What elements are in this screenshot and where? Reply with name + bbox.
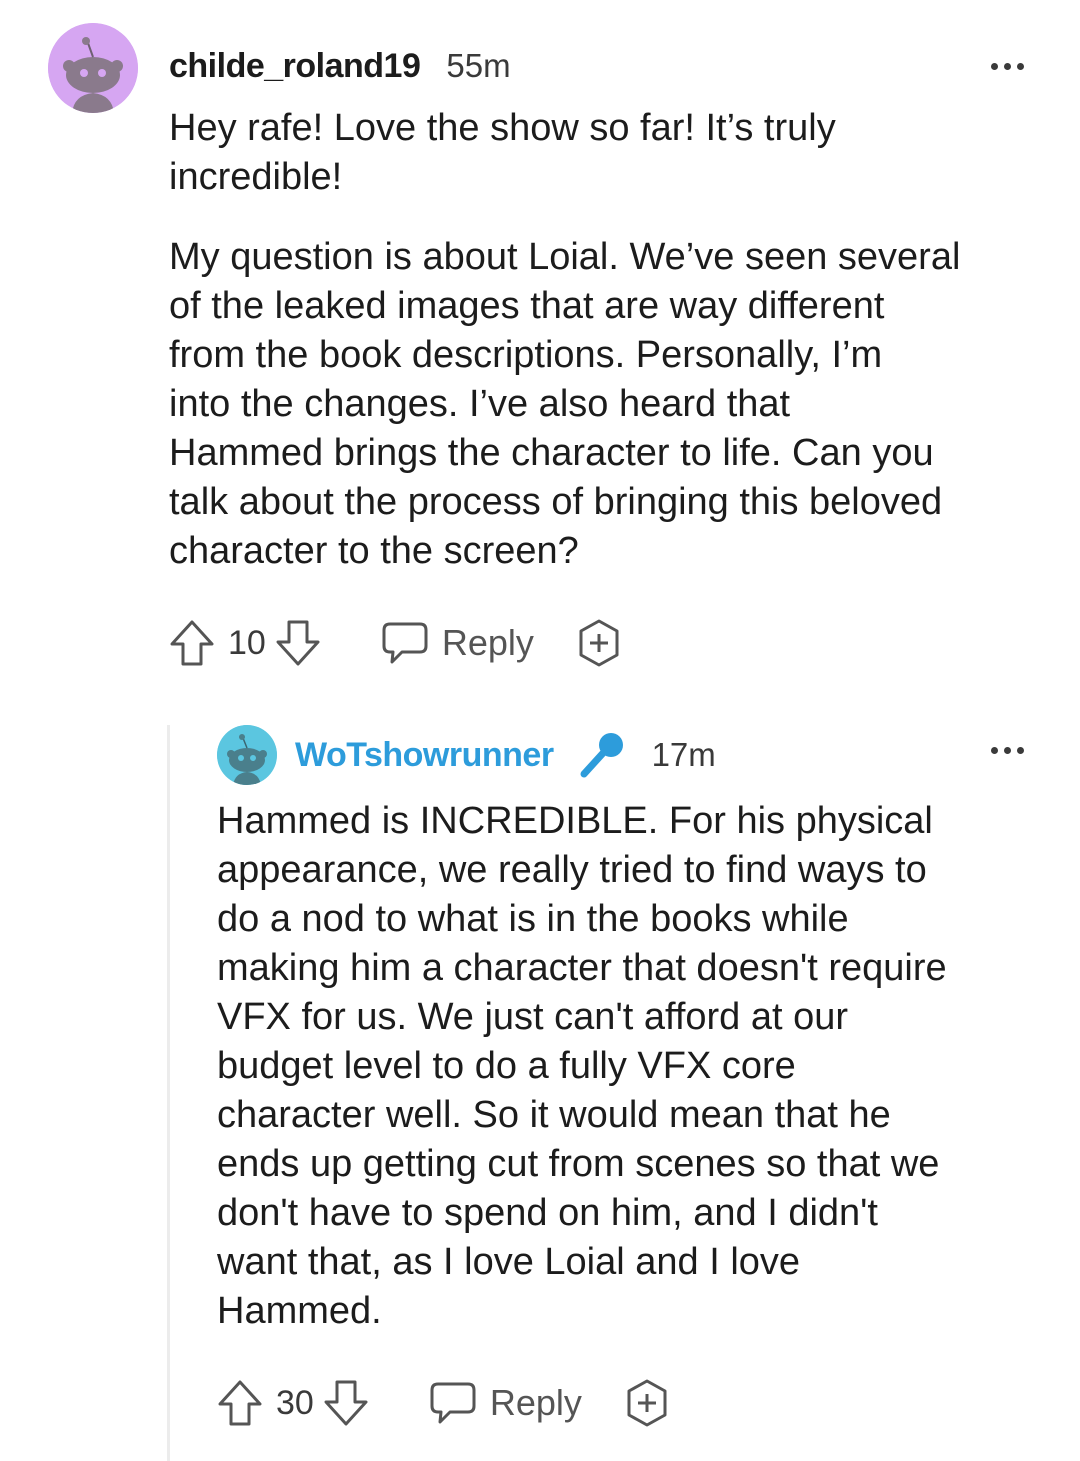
text-line: incredible!: [169, 156, 343, 198]
avatar[interactable]: [217, 725, 277, 785]
text-line: Hey rafe! Love the show so far! It’s tru…: [169, 107, 836, 149]
arrow-down-icon[interactable]: [274, 618, 322, 668]
reply-button[interactable]: Reply: [380, 620, 534, 666]
arrow-up-icon[interactable]: [216, 1378, 264, 1428]
reply-button[interactable]: Reply: [428, 1380, 582, 1426]
vote-count: 10: [228, 623, 266, 662]
snoo-avatar-icon: [48, 23, 138, 113]
text-line: character to the screen?: [169, 530, 579, 572]
comment-body: Hey rafe! Love the show so far! It’s tru…: [169, 104, 1049, 576]
thread-line[interactable]: [167, 725, 170, 1461]
text-line: Hammed brings the character to life. Can…: [169, 432, 934, 474]
comment-body: Hammed is INCREDIBLE. For his physical a…: [217, 797, 1057, 1336]
text-line: Hammed.: [217, 1290, 382, 1332]
arrow-down-icon[interactable]: [322, 1378, 370, 1428]
text-line: making him a character that doesn't requ…: [217, 947, 947, 989]
text-line: ends up getting cut from scenes so that …: [217, 1143, 940, 1185]
text-line: character well. So it would mean that he: [217, 1094, 891, 1136]
text-line: talk about the process of bringing this …: [169, 481, 943, 523]
comment-timestamp: 17m: [651, 736, 716, 773]
comment-username[interactable]: childe_roland19: [169, 47, 421, 86]
text-line: My question is about Loial. We’ve seen s…: [169, 236, 961, 278]
comment-paragraph: My question is about Loial. We’ve seen s…: [169, 233, 1049, 576]
comment-actions: 30 Reply: [216, 1376, 672, 1430]
vote-count: 30: [276, 1383, 314, 1422]
text-line: budget level to do a fully VFX core: [217, 1045, 796, 1087]
text-line: want that, as I love Loial and I love: [217, 1241, 801, 1283]
text-line: into the changes. I’ve also heard that: [169, 383, 791, 425]
snoo-avatar-icon: [217, 725, 277, 785]
reply-label: Reply: [489, 1382, 582, 1423]
text-line: from the book descriptions. Personally, …: [169, 334, 883, 376]
more-options-icon[interactable]: [991, 63, 1024, 70]
award-plus-icon[interactable]: [622, 1378, 672, 1428]
comment-username[interactable]: WoTshowrunner: [295, 736, 554, 775]
comment-actions: 10 Reply: [168, 616, 624, 670]
speech-bubble-icon: [430, 1382, 476, 1424]
text-line: do a nod to what is in the books while: [217, 898, 849, 940]
more-options-icon[interactable]: [991, 747, 1024, 754]
speech-bubble-icon: [382, 622, 428, 664]
reply-label: Reply: [441, 622, 534, 663]
text-line: Hammed is INCREDIBLE. For his physical: [217, 800, 933, 842]
text-line: of the leaked images that are way differ…: [169, 285, 885, 327]
award-plus-icon[interactable]: [574, 618, 624, 668]
comment-timestamp: 55m: [446, 47, 511, 84]
avatar[interactable]: [48, 23, 138, 113]
text-line: don't have to spend on him, and I didn't: [217, 1192, 878, 1234]
comment-paragraph: Hammed is INCREDIBLE. For his physical a…: [217, 797, 1057, 1336]
arrow-up-icon[interactable]: [168, 618, 216, 668]
text-line: VFX for us. We just can't afford at our: [217, 996, 849, 1038]
microphone-icon: [580, 733, 623, 778]
comment-paragraph: Hey rafe! Love the show so far! It’s tru…: [169, 104, 1049, 202]
text-line: appearance, we really tried to find ways…: [217, 849, 927, 891]
